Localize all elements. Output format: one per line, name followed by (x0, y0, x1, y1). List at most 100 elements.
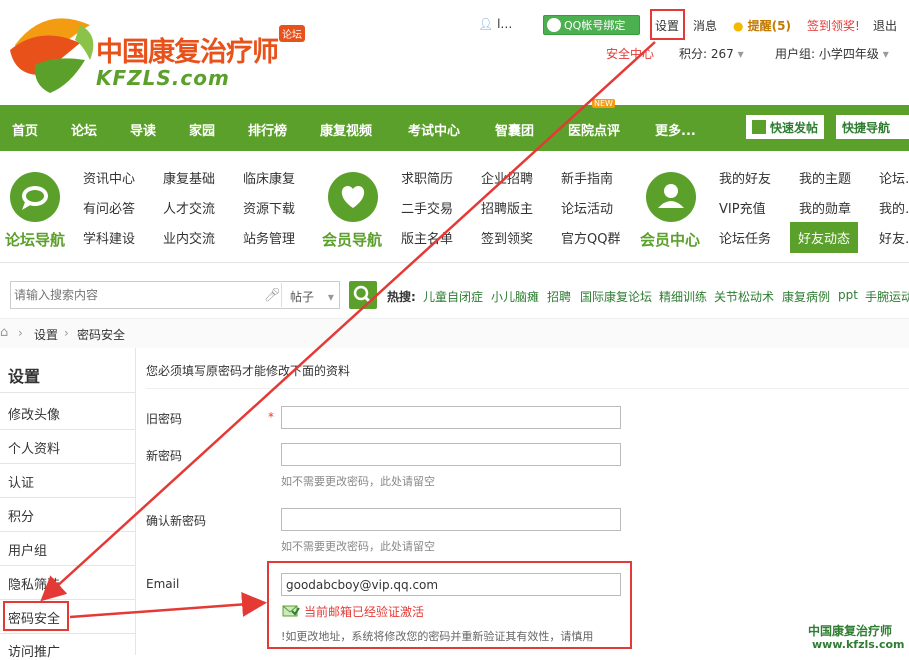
hot-term-link[interactable]: 关节松动术 (714, 288, 774, 305)
subnav-link[interactable]: 好友… (879, 228, 909, 247)
quick-nav-button[interactable]: 快捷导航 (836, 115, 909, 139)
confirm-password-label: 确认新密码 (146, 514, 207, 528)
sidebar-item-points[interactable]: 积分 (8, 506, 34, 525)
subnav-link[interactable]: 我的勋章 (799, 198, 851, 217)
logout-link[interactable]: 退出 (873, 17, 897, 34)
user-icon: 👤︎ (478, 17, 494, 31)
old-password-input[interactable] (281, 406, 621, 429)
search-icon (353, 285, 372, 304)
hot-term-link[interactable]: ppt (838, 288, 858, 302)
chevron-down-icon: ▾ (737, 47, 744, 61)
nav-home-space[interactable]: 家园 (189, 120, 215, 139)
subnav-link[interactable]: 论坛活动 (561, 198, 613, 217)
search-input[interactable] (14, 284, 259, 306)
subnav-link[interactable]: VIP充值 (719, 198, 766, 217)
subnav-link[interactable]: 人才交流 (163, 198, 215, 217)
sidebar-item-avatar[interactable]: 修改头像 (8, 404, 60, 423)
subnav-link[interactable]: 资源下载 (243, 198, 295, 217)
email-warning: !如更改地址，系统将修改您的密码并重新验证其有效性，请慎用 (281, 630, 594, 643)
sidebar-title: 设置 (8, 367, 41, 386)
sidebar-divider (135, 348, 136, 655)
nav-hospital-review[interactable]: 医院点评 (568, 120, 620, 139)
subnav-link[interactable]: 临床康复 (243, 168, 295, 187)
subnav-link[interactable]: 我的主题 (799, 168, 851, 187)
quick-post-button[interactable]: 快速发帖 (746, 115, 825, 139)
security-center-link[interactable]: 安全中心 (606, 45, 654, 62)
heart-icon (328, 172, 378, 222)
messages-link[interactable]: 消息 (693, 17, 717, 34)
subnav-link[interactable]: 我的好友 (719, 168, 771, 187)
checkin-link[interactable]: 签到领奖! (807, 17, 860, 34)
sidebar-item-usergroup[interactable]: 用户组 (8, 540, 47, 559)
subnav-link[interactable]: 有问必答 (83, 198, 135, 217)
subnav-link[interactable]: 学科建设 (83, 228, 135, 247)
new-password-input[interactable] (281, 443, 621, 466)
home-icon[interactable]: ⌂ (0, 325, 8, 340)
sidebar-item-privacy[interactable]: 隐私筛选 (8, 574, 60, 593)
hot-term-link[interactable]: 儿童自闭症 (423, 288, 483, 305)
logo-badge: 论坛 (279, 25, 305, 42)
email-label: Email (146, 577, 180, 591)
old-password-label: 旧密码 (146, 412, 183, 426)
new-password-label: 新密码 (146, 449, 183, 463)
subnav-link[interactable]: 二手交易 (401, 198, 453, 217)
subnav-link[interactable]: 我的… (879, 198, 909, 217)
email-input[interactable] (281, 573, 621, 596)
subnav-link[interactable]: 站务管理 (243, 228, 295, 247)
microphone-icon[interactable]: 🎤︎ (264, 288, 281, 303)
user-menu[interactable]: 👤︎ l… (478, 17, 512, 31)
nav-home[interactable]: 首页 (12, 120, 38, 139)
divider (281, 283, 282, 307)
sidebar-item-profile[interactable]: 个人资料 (8, 438, 60, 457)
breadcrumb-item[interactable]: 密码安全 (77, 326, 125, 343)
nav-think-tank[interactable]: 智囊团 (495, 120, 534, 139)
nav-guide[interactable]: 导读 (130, 120, 156, 139)
subnav-link[interactable]: 资讯中心 (83, 168, 135, 187)
hot-term-link[interactable]: 国际康复论坛 (580, 288, 652, 305)
subnav-link[interactable]: 求职简历 (401, 168, 453, 187)
points-dropdown[interactable]: 积分: 267 ▾ (679, 45, 744, 62)
nav-forum[interactable]: 论坛 (71, 120, 97, 139)
breadcrumb-item[interactable]: 设置 (34, 326, 58, 343)
qq-bind-button[interactable]: QQ帐号绑定 (543, 15, 640, 35)
nav-exam[interactable]: 考试中心 (408, 120, 460, 139)
username[interactable]: l… (497, 17, 512, 31)
sidebar-item-password-security[interactable]: 密码安全 (8, 608, 60, 627)
subnav-link[interactable]: 论坛任务 (719, 228, 771, 247)
settings-link[interactable]: 设置 (655, 17, 679, 34)
hot-search-label: 热搜: (387, 290, 416, 304)
sidebar-item-verify[interactable]: 认证 (8, 472, 34, 491)
subnav-link-active[interactable]: 好友动态 (790, 222, 859, 253)
subnav-link[interactable]: 签到领奖 (481, 228, 533, 247)
nav-ranking[interactable]: 排行榜 (248, 120, 287, 139)
subnav-link[interactable]: 版主名单 (401, 228, 453, 247)
reminders-link[interactable]: ● 提醒(5) (733, 17, 791, 34)
subnav-link[interactable]: 官方QQ群 (561, 228, 620, 247)
subnav-link[interactable]: 康复基础 (163, 168, 215, 187)
divider (0, 262, 909, 263)
divider (0, 429, 135, 430)
hot-term-link[interactable]: 小儿脑瘫 (491, 288, 539, 305)
user-group-dropdown[interactable]: 用户组: 小学四年级 ▾ (775, 45, 889, 62)
search-button[interactable] (349, 281, 377, 309)
qq-icon (547, 18, 561, 32)
hot-term-link[interactable]: 精细训练 (659, 288, 707, 305)
forum-nav-title: 论坛导航 (5, 231, 66, 249)
hot-term-link[interactable]: 招聘 (547, 288, 571, 305)
subnav-link[interactable]: 论坛… (879, 168, 909, 187)
hot-term-link[interactable]: 手腕运动 (865, 288, 909, 305)
search-scope-select[interactable]: 帖子 ▾ (290, 288, 334, 305)
sidebar-item-promotion[interactable]: 访问推广 (8, 641, 60, 660)
subnav-link[interactable]: 企业招聘 (481, 168, 533, 187)
nav-more[interactable]: 更多... (655, 120, 696, 139)
subnav-link[interactable]: 业内交流 (163, 228, 215, 247)
nav-videos[interactable]: 康复视频 (320, 120, 372, 139)
subnav-link[interactable]: 新手指南 (561, 168, 613, 187)
chat-bubble-icon (10, 172, 60, 222)
subnav-link[interactable]: 招聘版主 (481, 198, 533, 217)
hot-term-link[interactable]: 康复病例 (782, 288, 830, 305)
logo-title-en: KFZLS.com (96, 66, 230, 90)
confirm-password-input[interactable] (281, 508, 621, 531)
member-nav-title: 会员导航 (322, 231, 383, 249)
logo-leaf-icon (10, 18, 94, 93)
